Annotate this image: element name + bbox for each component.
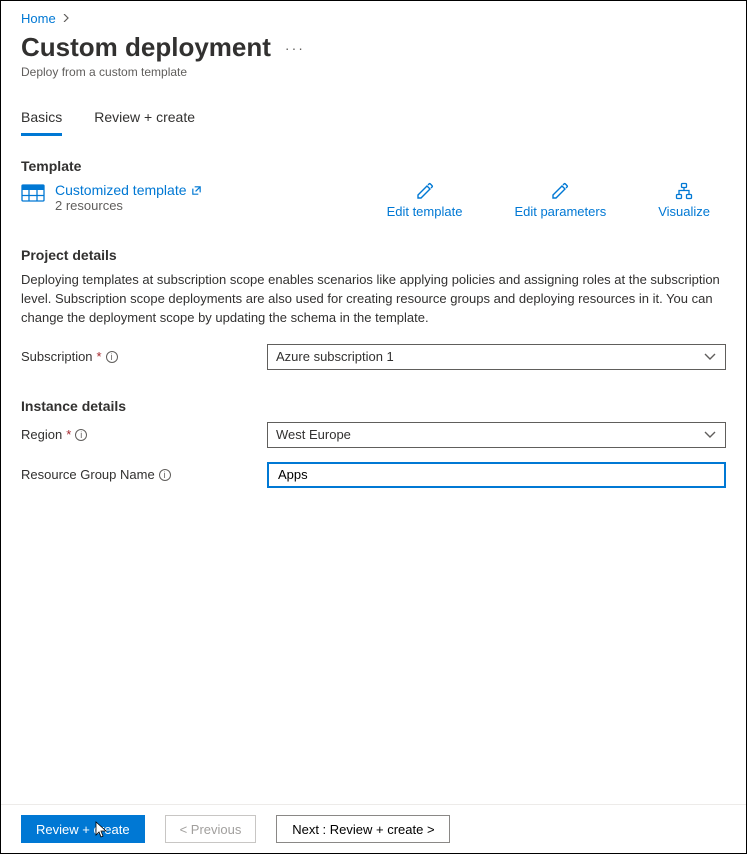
more-actions-icon[interactable]: ···	[285, 40, 305, 56]
tab-review-create[interactable]: Review + create	[94, 109, 195, 136]
info-icon[interactable]: i	[75, 429, 87, 441]
template-icon	[21, 182, 45, 206]
review-create-button[interactable]: Review + create	[21, 815, 145, 843]
edit-parameters-button[interactable]: Edit parameters	[514, 182, 606, 219]
resource-group-name-input-wrapper	[267, 462, 726, 488]
region-label: Region * i	[21, 427, 267, 442]
region-value: West Europe	[276, 427, 351, 442]
chevron-right-icon	[62, 13, 70, 25]
required-icon: *	[97, 349, 102, 364]
breadcrumb: Home	[21, 11, 726, 26]
info-icon[interactable]: i	[106, 351, 118, 363]
project-details-description: Deploying templates at subscription scop…	[21, 271, 726, 328]
chevron-down-icon	[703, 350, 717, 364]
visualize-icon	[675, 182, 693, 200]
subscription-value: Azure subscription 1	[276, 349, 394, 364]
page-subtitle: Deploy from a custom template	[21, 65, 726, 79]
pencil-icon	[551, 182, 569, 200]
edit-template-label: Edit template	[387, 204, 463, 219]
template-resources-count: 2 resources	[55, 198, 202, 213]
footer: Review + create < Previous Next : Review…	[1, 804, 746, 853]
edit-template-button[interactable]: Edit template	[387, 182, 463, 219]
info-icon[interactable]: i	[159, 469, 171, 481]
region-select[interactable]: West Europe	[267, 422, 726, 448]
external-link-icon	[191, 185, 202, 196]
subscription-label: Subscription * i	[21, 349, 267, 364]
section-instance-details: Instance details	[21, 398, 726, 414]
customized-template-link[interactable]: Customized template	[55, 182, 202, 198]
chevron-down-icon	[703, 428, 717, 442]
visualize-label: Visualize	[658, 204, 710, 219]
pencil-icon	[416, 182, 434, 200]
tabs: Basics Review + create	[21, 109, 726, 136]
subscription-select[interactable]: Azure subscription 1	[267, 344, 726, 370]
template-link-text: Customized template	[55, 182, 187, 198]
next-button[interactable]: Next : Review + create >	[276, 815, 450, 843]
resource-group-name-label: Resource Group Name i	[21, 467, 267, 482]
breadcrumb-home[interactable]: Home	[21, 11, 56, 26]
visualize-button[interactable]: Visualize	[658, 182, 710, 219]
edit-parameters-label: Edit parameters	[514, 204, 606, 219]
section-project-details: Project details	[21, 247, 726, 263]
resource-group-name-input[interactable]	[276, 466, 717, 483]
section-template: Template	[21, 158, 726, 174]
required-icon: *	[66, 427, 71, 442]
page-title: Custom deployment	[21, 32, 271, 63]
tab-basics[interactable]: Basics	[21, 109, 62, 136]
previous-button: < Previous	[165, 815, 257, 843]
